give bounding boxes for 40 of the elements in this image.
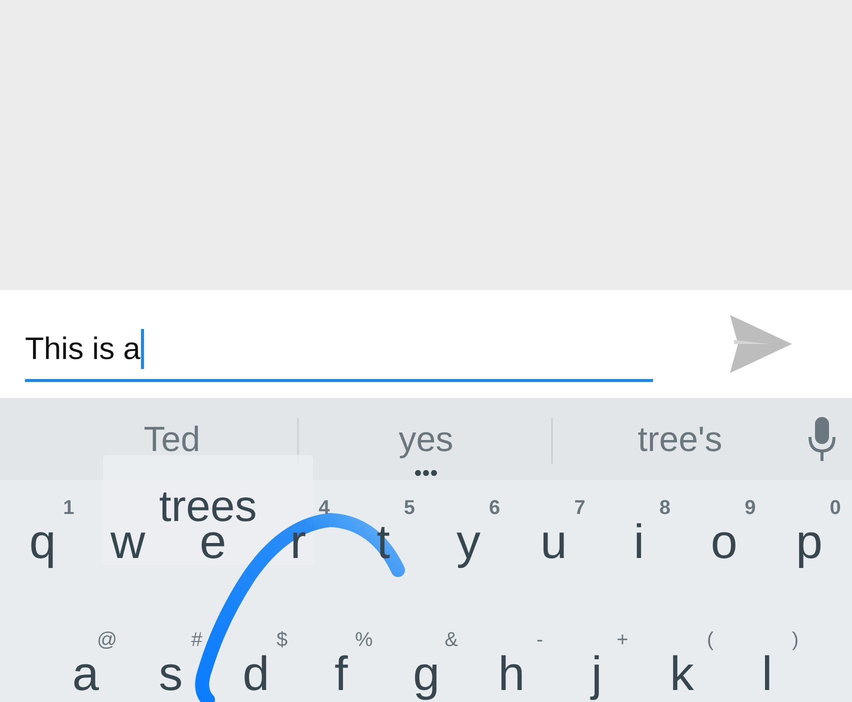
key-hint: & [444, 630, 459, 650]
key-hint: + [616, 630, 630, 650]
key[interactable]: d [242, 650, 270, 700]
message-text: This is a [25, 330, 140, 366]
key[interactable]: g [412, 650, 440, 700]
key-hint: - [536, 630, 544, 650]
key-hint: @ [96, 630, 118, 650]
key-hint: 9 [744, 498, 757, 518]
key-hint: 8 [659, 498, 672, 518]
key[interactable]: k [670, 650, 694, 700]
more-icon[interactable] [415, 470, 437, 476]
key[interactable]: i [634, 518, 644, 568]
key[interactable]: h [498, 650, 525, 700]
key[interactable]: j [591, 650, 602, 700]
key-hint: ( [706, 630, 714, 650]
send-icon[interactable] [730, 315, 792, 373]
key-hint: 6 [489, 498, 502, 518]
preview-word: trees [159, 482, 257, 532]
key-hint: # [191, 630, 204, 650]
key[interactable]: l [762, 650, 772, 700]
suggestion[interactable]: yes [398, 420, 454, 460]
key[interactable]: a [72, 650, 99, 700]
key-hint: ) [792, 630, 800, 650]
key-hint: 7 [574, 498, 586, 518]
key[interactable]: y [456, 518, 481, 568]
key-hint: 5 [404, 498, 416, 518]
key[interactable]: w [110, 518, 146, 568]
key-hint: 0 [830, 498, 842, 518]
key[interactable]: q [29, 518, 56, 568]
key[interactable]: o [710, 518, 738, 568]
key[interactable]: p [796, 518, 823, 568]
key[interactable]: f [334, 650, 348, 700]
key-hint: 1 [63, 498, 76, 518]
key-hint: $ [276, 630, 289, 650]
key-hint: 4 [318, 498, 331, 518]
suggestion[interactable]: tree's [638, 420, 722, 460]
key[interactable]: u [540, 518, 568, 568]
microphone-icon[interactable] [807, 417, 837, 461]
key[interactable]: s [158, 650, 183, 700]
key-hint: % [354, 630, 374, 650]
